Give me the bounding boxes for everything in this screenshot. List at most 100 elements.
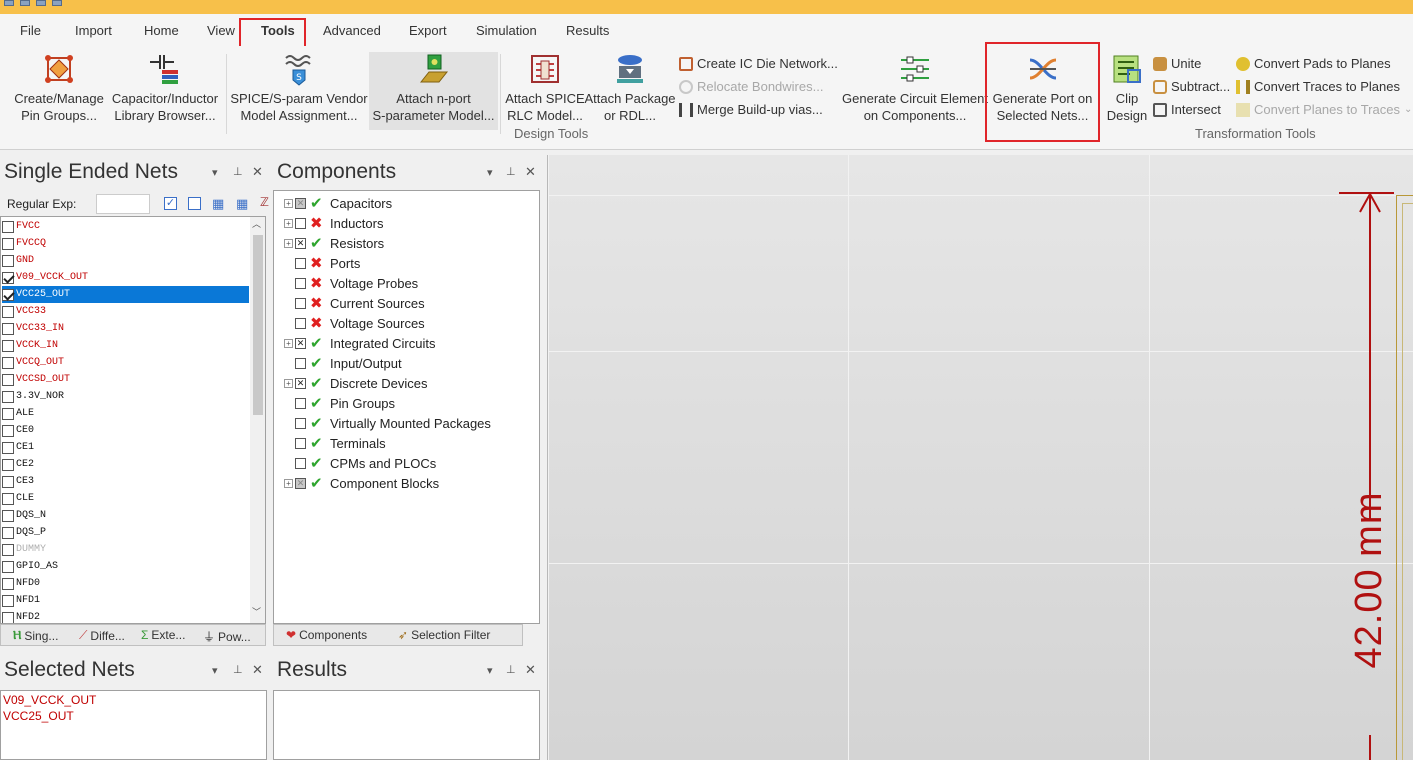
selected-net-item[interactable]: VCC25_OUT	[3, 709, 74, 723]
component-checkbox[interactable]: ✕	[295, 237, 306, 249]
quick-access-icon[interactable]	[20, 0, 30, 6]
grid-icon[interactable]: ▦	[212, 196, 224, 212]
net-row[interactable]: GND	[2, 252, 249, 269]
component-row[interactable]: + ✕ ✔ Discrete Devices	[284, 373, 428, 393]
net-row[interactable]: 3.3V_NOR	[2, 388, 249, 405]
component-row[interactable]: + ✕ ✔ Integrated Circuits	[284, 333, 436, 353]
pin-icon[interactable]: ⊥	[233, 165, 243, 178]
component-checkbox[interactable]: ✕	[295, 337, 306, 349]
menu-home[interactable]: Home	[144, 23, 179, 38]
net-checkbox[interactable]	[2, 271, 14, 284]
merge-buildup-vias-button[interactable]: Merge Build-up vias...	[679, 102, 823, 117]
expand-icon[interactable]: +	[284, 338, 293, 348]
component-checkbox[interactable]	[295, 257, 306, 269]
menu-import[interactable]: Import	[75, 23, 112, 38]
net-row[interactable]: CE0	[2, 422, 249, 439]
component-checkbox[interactable]: ✕	[295, 477, 306, 489]
component-checkbox[interactable]	[295, 297, 306, 309]
scroll-up-icon[interactable]: ︿	[252, 217, 261, 230]
scrollbar[interactable]: ︿ ﹀	[250, 217, 265, 623]
net-row[interactable]: FVCC	[2, 218, 249, 235]
component-checkbox[interactable]	[295, 217, 306, 229]
create-ic-die-button[interactable]: Create IC Die Network...	[679, 56, 838, 71]
attach-spice-rlc-button[interactable]: Attach SPICE RLC Model...	[505, 52, 585, 124]
panel-dropdown-icon[interactable]: ▾	[487, 166, 493, 179]
capacitor-library-button[interactable]: Capacitor/Inductor Library Browser...	[108, 52, 222, 124]
expand-icon[interactable]: +	[284, 198, 293, 208]
convert-pads-button[interactable]: Convert Pads to Planes	[1236, 56, 1391, 71]
uncheck-all-icon[interactable]	[188, 197, 201, 210]
net-row[interactable]: FVCCQ	[2, 235, 249, 252]
check-all-icon[interactable]: ✓	[164, 197, 177, 210]
pin-icon[interactable]: ⊥	[506, 165, 516, 178]
net-row[interactable]: VCCK_IN	[2, 337, 249, 354]
expand-icon[interactable]: +	[284, 238, 293, 248]
net-checkbox[interactable]	[2, 220, 14, 233]
component-row[interactable]: ✔ Pin Groups	[284, 393, 395, 413]
tab-components[interactable]: ❤ Components	[286, 628, 367, 642]
tab-power[interactable]: ⏚ Pow...	[203, 628, 251, 645]
expand-icon[interactable]: +	[284, 218, 293, 228]
net-row[interactable]: V09_VCCK_OUT	[2, 269, 249, 286]
net-checkbox[interactable]	[2, 407, 14, 420]
net-row[interactable]: VCC33_IN	[2, 320, 249, 337]
component-row[interactable]: ✔ Terminals	[284, 433, 386, 453]
close-icon[interactable]: ✕	[525, 164, 536, 180]
quick-access-icon[interactable]	[52, 0, 62, 6]
expand-icon[interactable]: +	[284, 378, 293, 388]
component-row[interactable]: ✔ Virtually Mounted Packages	[284, 413, 491, 433]
net-row[interactable]: ALE	[2, 405, 249, 422]
net-checkbox[interactable]	[2, 339, 14, 352]
tab-extended[interactable]: Σ Exte...	[141, 628, 185, 642]
net-row[interactable]: VCC25_OUT	[2, 286, 249, 303]
component-row[interactable]: ✖ Current Sources	[284, 293, 425, 313]
net-row[interactable]: CE2	[2, 456, 249, 473]
scrollbar-thumb[interactable]	[253, 235, 263, 415]
intersect-button[interactable]: Intersect	[1153, 102, 1221, 117]
component-checkbox[interactable]	[295, 437, 306, 449]
panel-dropdown-icon[interactable]: ▾	[487, 664, 493, 677]
net-checkbox[interactable]	[2, 509, 14, 522]
scroll-down-icon[interactable]: ﹀	[252, 605, 261, 618]
net-row[interactable]: NFD1	[2, 592, 249, 609]
net-checkbox[interactable]	[2, 424, 14, 437]
pin-icon[interactable]: ⊥	[506, 663, 516, 676]
net-row[interactable]: DUMMY	[2, 541, 249, 558]
net-checkbox[interactable]	[2, 560, 14, 573]
component-row[interactable]: + ✕ ✔ Resistors	[284, 233, 384, 253]
component-checkbox[interactable]	[295, 457, 306, 469]
generate-circuit-element-button[interactable]: Generate Circuit Element on Components..…	[842, 52, 988, 124]
quick-access-icon[interactable]	[36, 0, 46, 6]
component-checkbox[interactable]	[295, 277, 306, 289]
component-row[interactable]: ✖ Ports	[284, 253, 360, 273]
net-checkbox[interactable]	[2, 526, 14, 539]
unite-button[interactable]: Unite	[1153, 56, 1201, 71]
net-checkbox[interactable]	[2, 543, 14, 556]
net-row[interactable]: VCCSD_OUT	[2, 371, 249, 388]
net-checkbox[interactable]	[2, 458, 14, 471]
net-checkbox[interactable]	[2, 390, 14, 403]
component-checkbox[interactable]: ✕	[295, 377, 306, 389]
net-checkbox[interactable]	[2, 322, 14, 335]
component-row[interactable]: ✔ Input/Output	[284, 353, 402, 373]
menu-advanced[interactable]: Advanced	[323, 23, 381, 38]
attach-package-button[interactable]: Attach Package or RDL...	[583, 52, 677, 124]
component-row[interactable]: ✖ Voltage Sources	[284, 313, 425, 333]
net-checkbox[interactable]	[2, 594, 14, 607]
subtract-button[interactable]: Subtract...	[1153, 79, 1230, 94]
component-row[interactable]: ✖ Voltage Probes	[284, 273, 418, 293]
net-row[interactable]: CLE	[2, 490, 249, 507]
pin-icon[interactable]: ⊥	[233, 663, 243, 676]
component-checkbox[interactable]	[295, 417, 306, 429]
grid-select-icon[interactable]: ▦	[236, 196, 248, 212]
menu-export[interactable]: Export	[409, 23, 447, 38]
component-row[interactable]: + ✕ ✔ Capacitors	[284, 193, 392, 213]
menu-file[interactable]: File	[20, 23, 41, 38]
close-icon[interactable]: ✕	[525, 662, 536, 678]
net-row[interactable]: GPIO_AS	[2, 558, 249, 575]
net-checkbox[interactable]	[2, 237, 14, 250]
expand-icon[interactable]: +	[284, 478, 293, 488]
attach-nport-button[interactable]: Attach n-port S-parameter Model...	[369, 52, 498, 130]
tab-differential[interactable]: ⟋ Diffe...	[79, 628, 125, 643]
close-icon[interactable]: ✕	[252, 662, 263, 678]
